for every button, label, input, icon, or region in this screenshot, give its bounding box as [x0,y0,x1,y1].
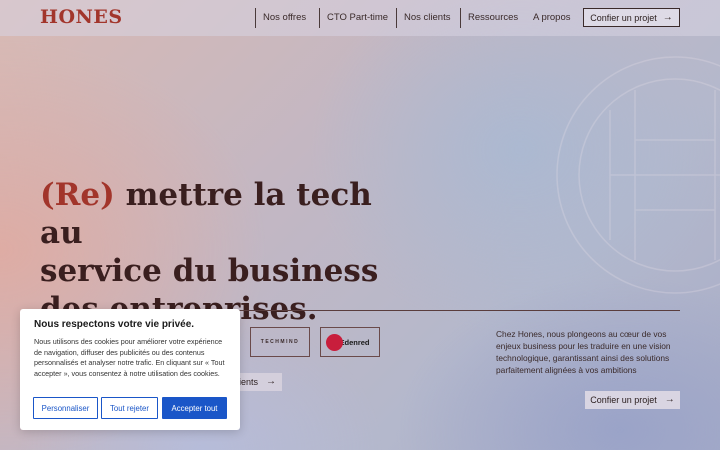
edenred-wordmark: Edenred [339,337,370,347]
arrow-right-icon: → [662,11,673,23]
hero-heading: (Re) mettre la tech au service du busine… [40,176,400,328]
main-nav: Nos offres CTO Part-time Nos clients Res… [255,8,578,28]
edenred-badge-icon [326,333,344,351]
nav-item-offres[interactable]: Nos offres [255,8,319,28]
client-logo-techmind: TECHMIND [250,327,310,357]
main-cta-label: Confier un projet [590,395,657,405]
nav-item-a-propos[interactable]: A propos [526,8,578,28]
arrow-right-icon: → [266,376,276,387]
hones-logo[interactable]: HONES [40,6,123,28]
header-cta-button[interactable]: Confier un projet → [583,8,680,27]
cookie-consent-banner: Nous respectons votre vie privée. Nous u… [20,309,240,430]
main-cta-button[interactable]: Confier un projet → [585,391,680,409]
nav-item-ressources[interactable]: Ressources [460,8,526,28]
cookie-reject-button[interactable]: Tout rejeter [101,397,158,419]
header-cta-label: Confier un projet [590,12,657,23]
cookie-description: Nous utilisons des cookies pour améliore… [34,337,225,378]
cookie-title: Nous respectons votre vie privée. [34,319,195,330]
hero-accent: (Re) [40,177,115,213]
arrow-right-icon: → [664,394,675,405]
hones-seal-watermark [556,56,720,294]
nav-item-cto-part-time[interactable]: CTO Part-time [319,8,395,28]
cookie-accept-button[interactable]: Accepter tout [162,397,227,419]
cookie-customize-button[interactable]: Personnaliser [33,397,98,419]
site-header: HONES Nos offres CTO Part-time Nos clien… [0,0,720,36]
intro-paragraph: Chez Hones, nous plongeons au cœur de vo… [496,329,671,375]
hero-line2: service du business [40,253,379,289]
nav-item-clients[interactable]: Nos clients [396,8,456,28]
client-logo-edenred: Edenred [320,327,380,357]
